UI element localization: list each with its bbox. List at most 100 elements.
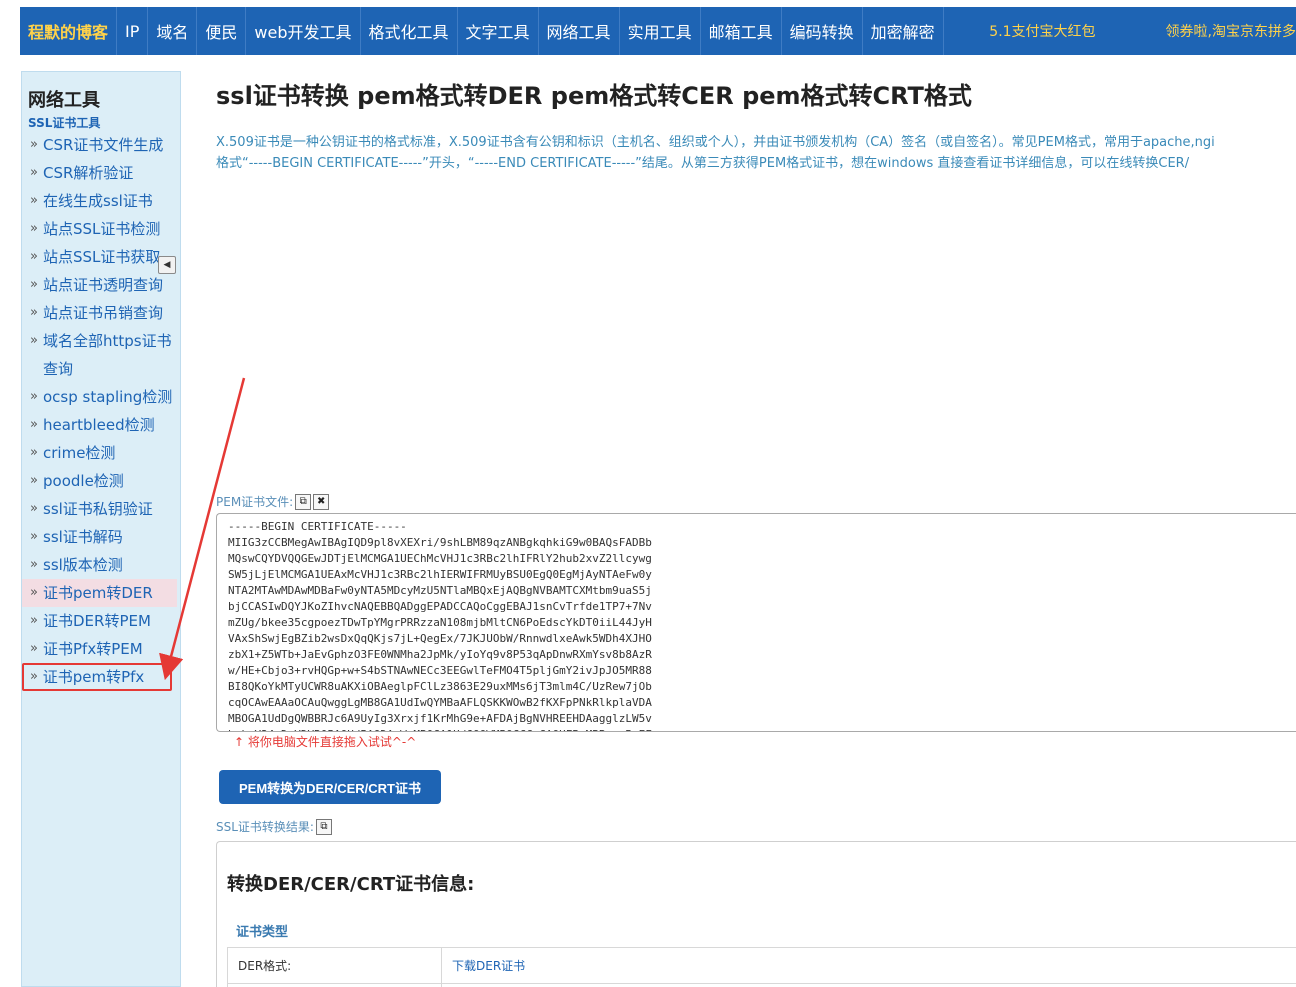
convert-button[interactable]: PEM转换为DER/CER/CRT证书 bbox=[219, 770, 441, 804]
bullet-icon: » bbox=[30, 305, 38, 320]
bullet-icon: » bbox=[30, 557, 38, 572]
sidebar-item-label: ssl版本检测 bbox=[43, 556, 123, 574]
sidebar-item[interactable]: » 域名全部https证书查询 bbox=[22, 327, 180, 383]
result-label: SSL证书转换结果: ⧉ bbox=[216, 818, 332, 835]
sidebar-title: 网络工具 bbox=[28, 90, 100, 111]
bullet-icon: » bbox=[30, 501, 38, 516]
bullet-icon: » bbox=[30, 585, 38, 600]
pem-file-label: PEM证书文件: ⧉ ✖ bbox=[216, 493, 330, 510]
nav-item-utility[interactable]: 实用工具 bbox=[620, 7, 701, 55]
clear-icon[interactable]: ✖ bbox=[313, 493, 330, 510]
nav-item-convenience[interactable]: 便民 bbox=[197, 7, 247, 55]
top-nav: 程默的博客 IP 域名 便民 web开发工具 格式化工具 文字工具 网络工具 实… bbox=[20, 7, 1296, 55]
sidebar-subtitle: SSL证书工具 bbox=[28, 116, 101, 130]
sidebar-item-label: CSR证书文件生成 bbox=[43, 136, 164, 154]
nav-item-text[interactable]: 文字工具 bbox=[458, 7, 539, 55]
sidebar: 网络工具 SSL证书工具 » CSR证书文件生成 » CSR解析验证 » 在线生成ssl证… bbox=[21, 71, 181, 987]
result-panel: 转换DER/CER/CRT证书信息: 证书类型 DER格式: 下载DER证书 bbox=[216, 841, 1296, 987]
sidebar-item[interactable]: » 站点SSL证书获取 bbox=[22, 243, 180, 271]
sidebar-item[interactable]: » CSR证书文件生成 bbox=[22, 131, 180, 159]
nav-item-domain[interactable]: 域名 bbox=[148, 7, 198, 55]
sidebar-item[interactable]: » 证书pem转DER bbox=[22, 579, 177, 607]
sidebar-item[interactable]: » ssl证书私钥验证 bbox=[22, 495, 180, 523]
promo-coupon-link[interactable]: 领券啦,淘宝京东拼多 bbox=[1166, 7, 1296, 55]
sidebar-item[interactable]: » 在线生成ssl证书 bbox=[22, 187, 180, 215]
brand-link[interactable]: 程默的博客 bbox=[20, 7, 118, 55]
description-line-2: 格式“-----BEGIN CERTIFICATE-----”开头，“-----… bbox=[216, 156, 1190, 171]
nav-item-ip[interactable]: IP bbox=[117, 7, 149, 55]
table-row: DER格式: 下载DER证书 bbox=[227, 947, 1296, 984]
sidebar-item-label: 域名全部https证书查询 bbox=[43, 332, 172, 378]
bullet-icon: » bbox=[30, 417, 38, 432]
sidebar-item[interactable]: » heartbleed检测 bbox=[22, 411, 180, 439]
sidebar-item[interactable]: » ssl证书解码 bbox=[22, 523, 180, 551]
bullet-icon: » bbox=[30, 249, 38, 264]
sidebar-item-label: 站点SSL证书检测 bbox=[43, 220, 161, 238]
sidebar-item-label: 站点证书吊销查询 bbox=[43, 304, 164, 322]
sidebar-item-label: CSR解析验证 bbox=[43, 164, 134, 182]
sidebar-item[interactable]: » 站点证书吊销查询 bbox=[22, 299, 180, 327]
sidebar-item-label: 证书pem转DER bbox=[43, 584, 153, 602]
collapse-left-icon[interactable]: ◀ bbox=[158, 256, 176, 274]
sidebar-item-label: 站点SSL证书获取 bbox=[43, 248, 161, 266]
bullet-icon: » bbox=[30, 193, 38, 208]
sidebar-item[interactable]: » 站点证书透明查询 bbox=[22, 271, 180, 299]
pem-file-label-text: PEM证书文件: bbox=[216, 495, 294, 509]
nav-item-crypto[interactable]: 加密解密 bbox=[863, 7, 944, 55]
nav-item-network[interactable]: 网络工具 bbox=[539, 7, 620, 55]
result-label-text: SSL证书转换结果: bbox=[216, 820, 314, 834]
bullet-icon: » bbox=[30, 669, 38, 684]
copy-result-icon[interactable]: ⧉ bbox=[315, 818, 332, 835]
sidebar-item[interactable]: » 证书Pfx转PEM bbox=[22, 635, 180, 663]
bullet-icon: » bbox=[30, 165, 38, 180]
sidebar-item[interactable]: » 证书pem转Pfx bbox=[22, 663, 172, 691]
pem-textarea[interactable]: -----BEGIN CERTIFICATE----- MIIG3zCCBMeg… bbox=[216, 513, 1296, 732]
nav-item-webdev[interactable]: web开发工具 bbox=[246, 7, 361, 55]
bullet-icon: » bbox=[30, 613, 38, 628]
bullet-icon: » bbox=[30, 529, 38, 544]
sidebar-item[interactable]: » crime检测 bbox=[22, 439, 180, 467]
nav-item-format[interactable]: 格式化工具 bbox=[361, 7, 458, 55]
sidebar-item-label: 证书pem转Pfx bbox=[42, 668, 145, 686]
sidebar-item-label: 证书Pfx转PEM bbox=[43, 640, 143, 658]
sidebar-item-label: ocsp stapling检测 bbox=[43, 388, 173, 406]
nav-item-email[interactable]: 邮箱工具 bbox=[701, 7, 782, 55]
table-cell-key bbox=[227, 983, 442, 987]
page-title: ssl证书转换 pem格式转DER pem格式转CER pem格式转CRT格式 bbox=[216, 82, 972, 110]
table-row bbox=[227, 983, 1296, 987]
sidebar-item[interactable]: » ocsp stapling检测 bbox=[22, 383, 180, 411]
page-description: X.509证书是一种公钥证书的格式标准，X.509证书含有公钥和标识（主机名、组… bbox=[216, 132, 1296, 174]
bullet-icon: » bbox=[30, 221, 38, 236]
sidebar-item-label: ssl证书私钥验证 bbox=[43, 500, 153, 518]
sidebar-item-label: heartbleed检测 bbox=[43, 416, 155, 434]
sidebar-item[interactable]: » CSR解析验证 bbox=[22, 159, 180, 187]
drag-hint: ↑ 将你电脑文件直接拖入试试^-^ bbox=[234, 735, 417, 749]
sidebar-list: » CSR证书文件生成 » CSR解析验证 » 在线生成ssl证书 » 站点SSL证书检测 » 站… bbox=[22, 131, 180, 691]
bullet-icon: » bbox=[30, 389, 38, 404]
bullet-icon: » bbox=[30, 641, 38, 656]
bullet-icon: » bbox=[30, 473, 38, 488]
sidebar-item-label: ssl证书解码 bbox=[43, 528, 123, 546]
bullet-icon: » bbox=[30, 333, 38, 348]
sidebar-item[interactable]: » poodle检测 bbox=[22, 467, 180, 495]
description-line-1: X.509证书是一种公钥证书的格式标准，X.509证书含有公钥和标识（主机名、组… bbox=[216, 135, 1215, 150]
table-cell-value bbox=[441, 983, 1296, 987]
copy-icon[interactable]: ⧉ bbox=[295, 493, 312, 510]
sidebar-item[interactable]: » ssl版本检测 bbox=[22, 551, 180, 579]
bullet-icon: » bbox=[30, 277, 38, 292]
bullet-icon: » bbox=[30, 137, 38, 152]
result-table: DER格式: 下载DER证书 bbox=[227, 947, 1296, 987]
sidebar-item-label: 在线生成ssl证书 bbox=[43, 192, 153, 210]
download-der-link[interactable]: 下载DER证书 bbox=[441, 947, 1296, 984]
result-subtitle: 证书类型 bbox=[236, 925, 289, 940]
sidebar-item-label: poodle检测 bbox=[43, 472, 124, 490]
table-cell-key: DER格式: bbox=[227, 947, 442, 984]
sidebar-item-label: 站点证书透明查询 bbox=[43, 276, 164, 294]
sidebar-item-label: 证书DER转PEM bbox=[43, 612, 151, 630]
result-title: 转换DER/CER/CRT证书信息: bbox=[227, 874, 475, 895]
sidebar-item[interactable]: » 站点SSL证书检测 bbox=[22, 215, 180, 243]
nav-item-encoding[interactable]: 编码转换 bbox=[782, 7, 863, 55]
sidebar-item[interactable]: » 证书DER转PEM bbox=[22, 607, 180, 635]
promo-alipay-link[interactable]: 5.1支付宝大红包 bbox=[989, 7, 1095, 55]
